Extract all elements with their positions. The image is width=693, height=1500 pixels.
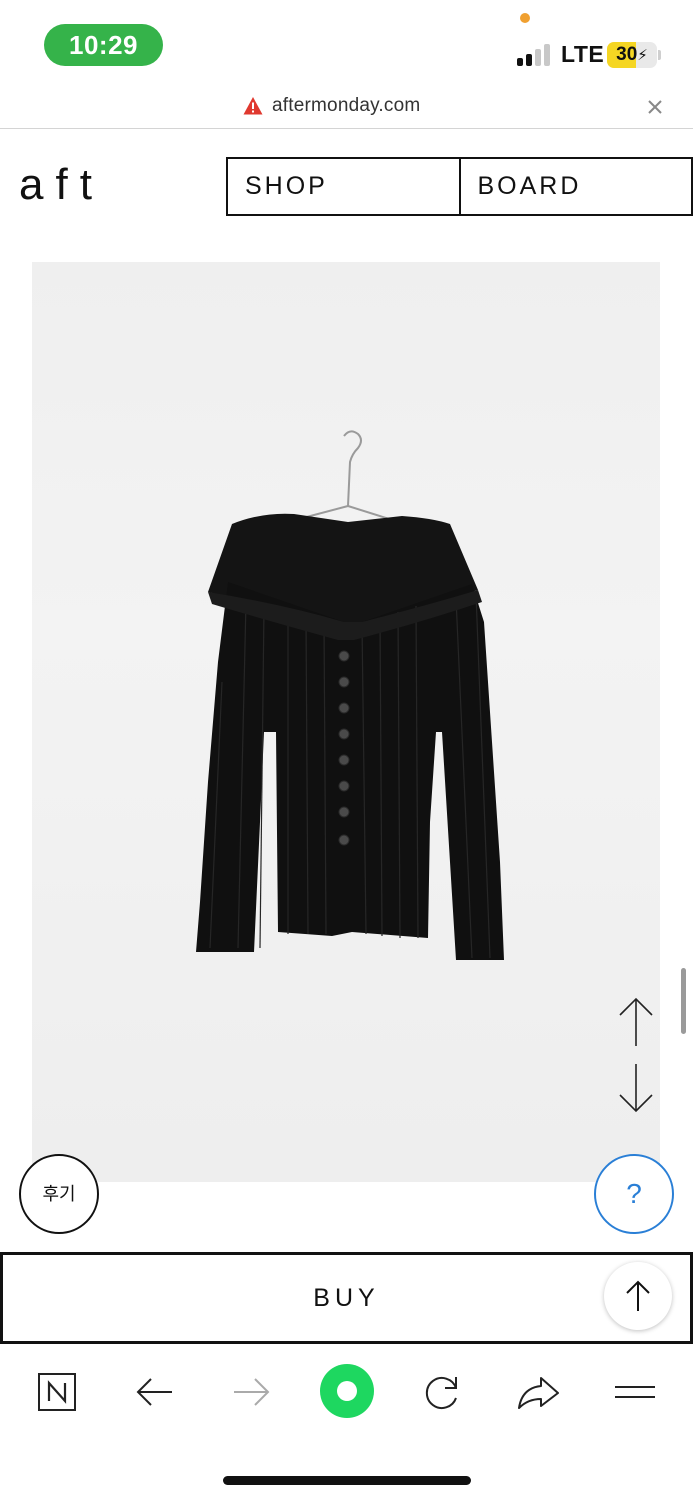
site-nav: SHOP BOARD [226,157,693,216]
browser-toolbar [0,1344,693,1440]
battery-cap [658,50,661,60]
signal-strength-icon [517,44,553,66]
url-text[interactable]: aftermonday.com [272,95,420,117]
scroll-to-top-button[interactable] [604,1262,672,1330]
green-circle-icon [320,1364,374,1418]
nav-shop[interactable]: SHOP [228,159,459,214]
url-bar[interactable]: aftermonday.com [0,88,693,129]
share-button[interactable] [514,1368,562,1416]
reload-button[interactable] [418,1368,466,1416]
arrow-up-icon [626,1280,650,1311]
microphone-indicator-icon [520,13,530,23]
menu-icon [615,1386,655,1398]
scroll-up-arrow-icon[interactable] [617,996,655,1048]
green-dot-button[interactable] [319,1363,375,1419]
home-indicator[interactable] [223,1476,471,1485]
warning-icon [243,97,263,115]
scroll-indicator[interactable] [681,968,686,1034]
network-type: LTE [561,41,605,67]
back-button[interactable] [131,1368,179,1416]
reload-icon [425,1377,457,1409]
naver-icon [38,1373,76,1411]
forward-button[interactable] [227,1368,275,1416]
forward-arrow-icon [234,1378,270,1406]
share-icon [518,1377,559,1409]
battery-level: 30⚡ [616,44,648,65]
buy-label: BUY [313,1284,380,1312]
nav-board[interactable]: BOARD [458,159,692,214]
status-bar: 10:29 LTE 30⚡ [0,0,693,88]
close-icon[interactable] [645,97,665,117]
back-arrow-icon [136,1378,172,1406]
site-logo[interactable]: aft [19,160,104,210]
help-button[interactable]: ? [594,1154,674,1234]
status-time: 10:29 [44,24,163,66]
scroll-down-arrow-icon[interactable] [617,1062,655,1114]
product-photo[interactable] [32,262,660,1182]
battery-icon: 30⚡ [607,42,657,68]
cardigan-illustration [196,430,504,960]
buy-button[interactable]: BUY [0,1252,693,1344]
review-button[interactable]: 후기 [19,1154,99,1234]
hanger-icon [279,430,419,529]
menu-button[interactable] [611,1368,659,1416]
naver-home-button[interactable] [34,1368,82,1416]
